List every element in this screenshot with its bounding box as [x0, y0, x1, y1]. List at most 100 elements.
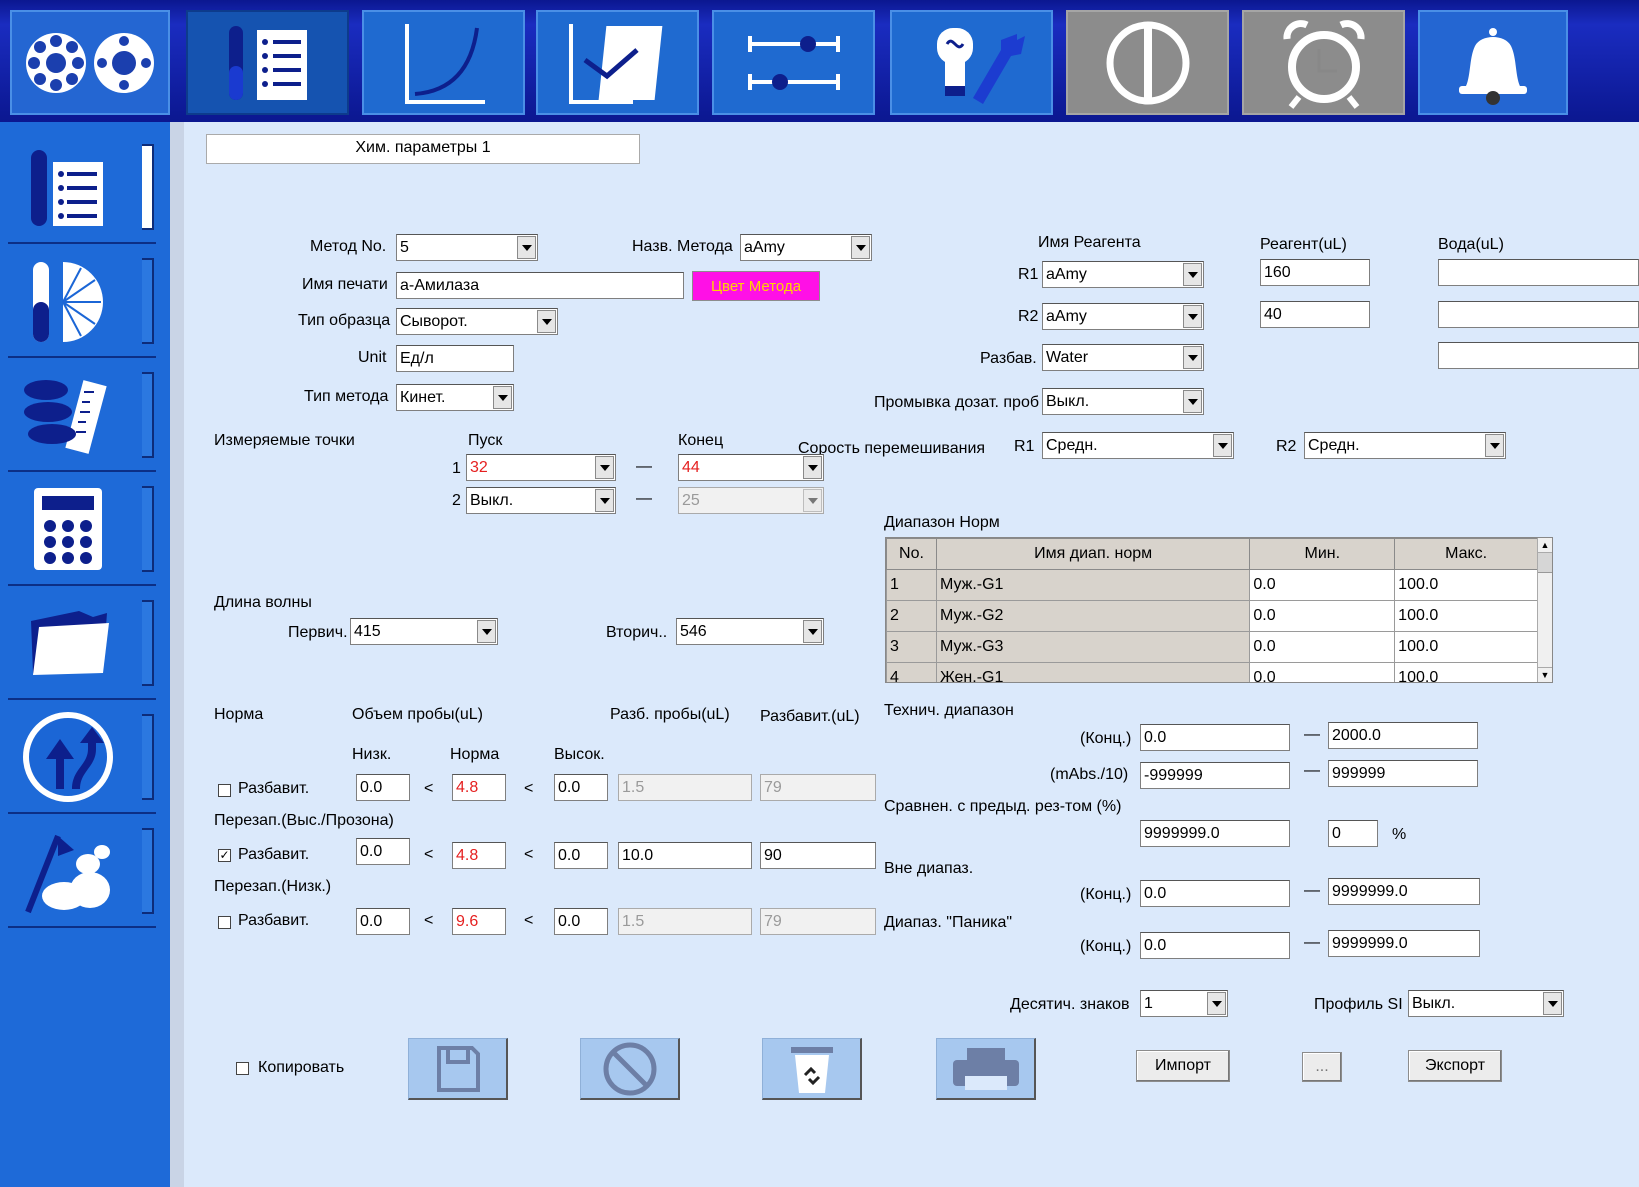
- compare-value-input[interactable]: 9999999.0: [1140, 820, 1290, 847]
- sidebar-item-reagent[interactable]: [8, 360, 156, 472]
- sidebar-item-cleaning[interactable]: [8, 816, 156, 928]
- low-input-3[interactable]: 0.0: [356, 908, 410, 935]
- sample-type-select[interactable]: Сыворот.: [396, 308, 558, 335]
- method-name-select[interactable]: aAmy: [740, 234, 872, 261]
- table-row[interactable]: 3 Муж.-G3 0.0 100.0: [886, 631, 1538, 663]
- table-row[interactable]: 1 Муж.-G1 0.0 100.0: [886, 569, 1538, 601]
- row-max[interactable]: 100.0: [1394, 600, 1538, 632]
- qc-button[interactable]: [536, 10, 699, 115]
- low-col-label: Низк.: [352, 746, 392, 763]
- mix-r1-select[interactable]: Средн.: [1042, 432, 1234, 459]
- panic-conc-label: (Конц.): [1080, 938, 1132, 955]
- more-button[interactable]: ...: [1302, 1052, 1342, 1082]
- si-profile-select[interactable]: Выкл.: [1408, 990, 1564, 1017]
- print-name-input[interactable]: a-Амилаза: [396, 272, 684, 299]
- r2-volume-input[interactable]: 40: [1260, 301, 1370, 328]
- r2-water-input[interactable]: [1438, 301, 1639, 328]
- import-button[interactable]: Импорт: [1136, 1050, 1230, 1082]
- diluent-select[interactable]: Water: [1042, 344, 1204, 371]
- norm-input-2[interactable]: 4.8: [452, 842, 506, 869]
- high-input-3[interactable]: 0.0: [554, 908, 608, 935]
- row-max[interactable]: 100.0: [1394, 631, 1538, 663]
- method-no-select[interactable]: 5: [396, 234, 538, 261]
- roller-icon-button[interactable]: [10, 10, 170, 115]
- row-min[interactable]: 0.0: [1249, 600, 1396, 632]
- out-min-input[interactable]: 0.0: [1140, 880, 1290, 907]
- top-toolbar: [0, 0, 1639, 122]
- r1-water-input[interactable]: [1438, 259, 1639, 286]
- norm-input-1[interactable]: 4.8: [452, 774, 506, 801]
- row-min[interactable]: 0.0: [1249, 569, 1396, 601]
- sidebar-item-calculation[interactable]: [8, 474, 156, 586]
- dilute-checkbox-2[interactable]: ✓: [218, 849, 231, 862]
- row-max[interactable]: 100.0: [1394, 662, 1538, 682]
- diluent-water-input[interactable]: [1438, 342, 1639, 369]
- alarm-clock-button[interactable]: [1242, 10, 1405, 115]
- mix-r2-select[interactable]: Средн.: [1304, 432, 1506, 459]
- r1-volume-input[interactable]: 160: [1260, 259, 1370, 286]
- norm-label: Норма: [214, 706, 264, 723]
- norm-input-3[interactable]: 9.6: [452, 908, 506, 935]
- bell-icon: [1459, 27, 1527, 105]
- point2-start-select[interactable]: Выкл.: [466, 487, 616, 514]
- method-color-button[interactable]: Цвет Метода: [692, 271, 820, 301]
- tech-conc-max-input[interactable]: 2000.0: [1328, 722, 1478, 749]
- cleaning-icon: [25, 834, 110, 914]
- bell-button[interactable]: [1418, 10, 1568, 115]
- table-row[interactable]: 2 Муж.-G2 0.0 100.0: [886, 600, 1538, 632]
- power-button[interactable]: [1066, 10, 1229, 115]
- high-input-2[interactable]: 0.0: [554, 842, 608, 869]
- low-input-1[interactable]: 0.0: [356, 774, 410, 801]
- dil-sample-input-1[interactable]: 1.5: [618, 774, 752, 801]
- row-max[interactable]: 100.0: [1394, 569, 1538, 601]
- dilute-checkbox-1[interactable]: [218, 784, 231, 797]
- settings-sliders-button[interactable]: [712, 10, 875, 115]
- row-min[interactable]: 0.0: [1249, 662, 1396, 682]
- compare-pct-input[interactable]: 0: [1328, 820, 1378, 847]
- export-button[interactable]: Экспорт: [1408, 1050, 1502, 1082]
- point1-start-select[interactable]: 32: [466, 454, 616, 481]
- dilute-checkbox-3[interactable]: [218, 916, 231, 929]
- method-type-select[interactable]: Кинет.: [396, 384, 514, 411]
- high-input-1[interactable]: 0.0: [554, 774, 608, 801]
- print-button[interactable]: [936, 1038, 1036, 1100]
- panic-min-input[interactable]: 0.0: [1140, 932, 1290, 959]
- out-max-input[interactable]: 9999999.0: [1328, 878, 1480, 905]
- copy-checkbox[interactable]: [236, 1062, 249, 1075]
- maintenance-button[interactable]: [890, 10, 1053, 115]
- probe-wash-select[interactable]: Выкл.: [1042, 388, 1204, 415]
- sidebar-item-chemistry[interactable]: [8, 132, 156, 244]
- point2-end-select[interactable]: 25: [678, 487, 824, 514]
- low-input-2[interactable]: 0.0: [356, 838, 410, 865]
- dil-sample-input-2[interactable]: 10.0: [618, 842, 752, 869]
- point1-end-select[interactable]: 44: [678, 454, 824, 481]
- end-header: Конец: [678, 432, 724, 449]
- r2-reagent-select[interactable]: aAmy: [1042, 303, 1204, 330]
- r1-reagent-select[interactable]: aAmy: [1042, 261, 1204, 288]
- save-button[interactable]: [408, 1038, 508, 1100]
- r2-label: R2: [1018, 308, 1039, 325]
- calibration-button[interactable]: [362, 10, 525, 115]
- recycle-icon: [790, 1046, 833, 1093]
- diluent-input-3[interactable]: 79: [760, 908, 876, 935]
- recycle-button[interactable]: [762, 1038, 862, 1100]
- secondary-wavelength-select[interactable]: 546: [676, 618, 824, 645]
- primary-wavelength-select[interactable]: 415: [350, 618, 498, 645]
- ranges-scrollbar[interactable]: ▲ ▼: [1537, 538, 1552, 682]
- cancel-button[interactable]: [580, 1038, 680, 1100]
- diluent-input-1[interactable]: 79: [760, 774, 876, 801]
- row-min[interactable]: 0.0: [1249, 631, 1396, 663]
- diluent-input-2[interactable]: 90: [760, 842, 876, 869]
- decimals-select[interactable]: 1: [1140, 990, 1228, 1017]
- tech-mabs-max-input[interactable]: 999999: [1328, 760, 1478, 787]
- tech-mabs-min-input[interactable]: -999999: [1140, 762, 1290, 789]
- sidebar-item-calibration[interactable]: [8, 246, 156, 358]
- test-list-button[interactable]: [186, 10, 349, 115]
- dil-sample-input-3[interactable]: 1.5: [618, 908, 752, 935]
- panic-max-input[interactable]: 9999999.0: [1328, 930, 1480, 957]
- tech-conc-min-input[interactable]: 0.0: [1140, 724, 1290, 751]
- sidebar-item-folder[interactable]: [8, 588, 156, 700]
- table-row[interactable]: 4 Жен.-G1 0.0 100.0: [886, 662, 1538, 682]
- unit-input[interactable]: Ед/л: [396, 345, 514, 372]
- sidebar-item-carryover[interactable]: [8, 702, 156, 814]
